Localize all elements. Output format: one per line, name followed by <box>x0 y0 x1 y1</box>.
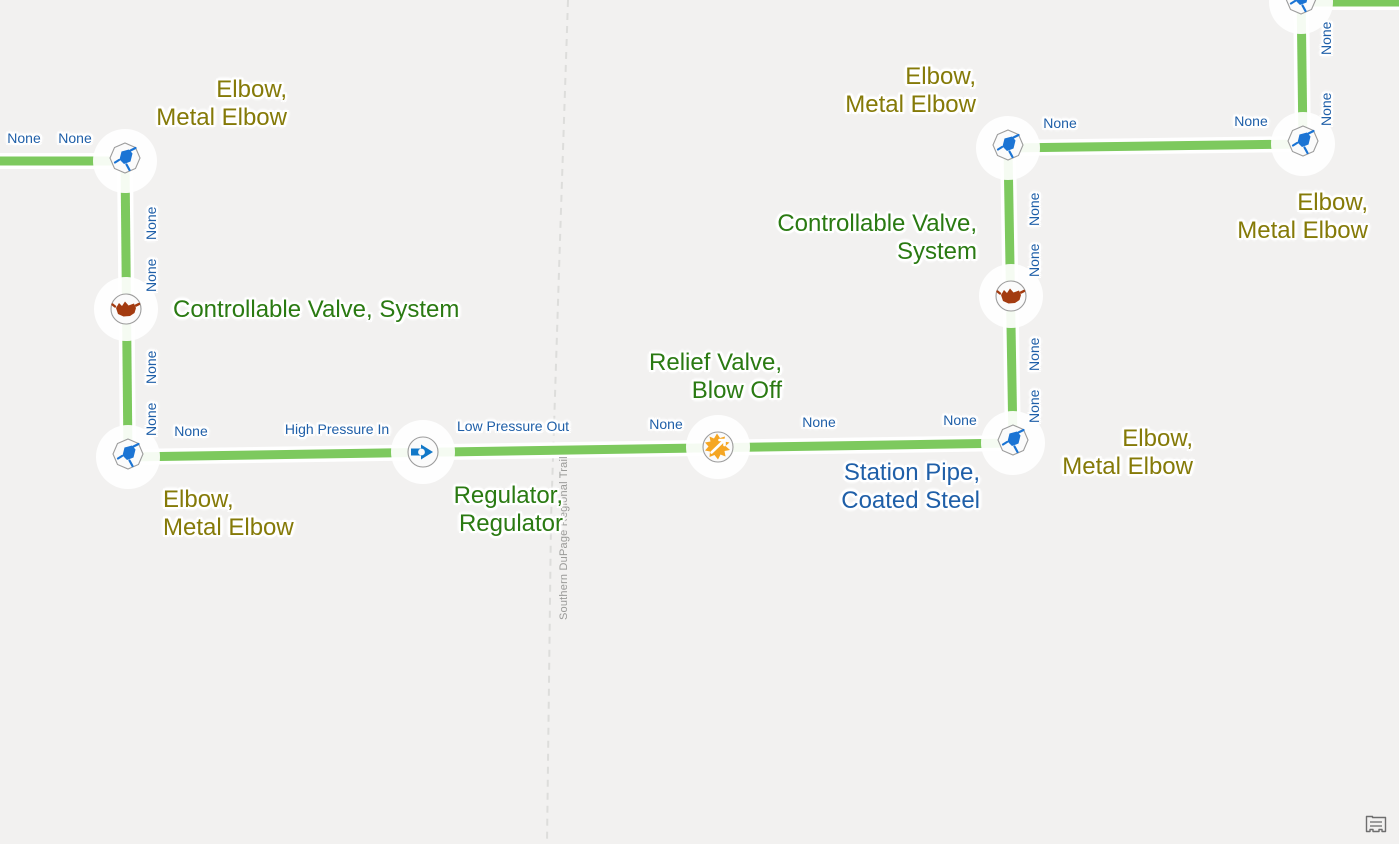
legend-button[interactable] <box>1361 810 1391 838</box>
pipe-segment <box>1007 139 1304 153</box>
asset-label-line: Blow Off <box>691 377 782 405</box>
node-elbow[interactable] <box>976 116 1040 180</box>
elbow-icon <box>992 129 1024 161</box>
controllable-valve-icon <box>110 293 142 325</box>
asset-label: Elbow, Metal Elbow <box>0 189 1368 246</box>
asset-label: Elbow, Metal Elbow <box>0 63 976 120</box>
asset-label-line: Metal Elbow <box>1062 453 1193 481</box>
node-glyph <box>1281 122 1325 166</box>
edge-label: None <box>1026 243 1042 277</box>
asset-label-line: Relief Valve, <box>649 349 782 376</box>
asset-label: Controllable Valve, System <box>173 296 459 324</box>
node-elbow[interactable] <box>93 129 157 193</box>
edge-label: None <box>1026 389 1042 423</box>
asset-label-line: Metal Elbow <box>845 91 976 119</box>
edge-label: None <box>1043 115 1077 131</box>
asset-label: Relief Valve, Blow Off <box>0 349 782 406</box>
asset-label: Elbow, Metal Elbow <box>0 425 1193 482</box>
legend-table-icon <box>1365 815 1387 833</box>
node-glyph <box>986 126 1030 170</box>
node-glyph <box>1279 0 1323 24</box>
controllable-valve-icon <box>995 280 1027 312</box>
node-valve[interactable] <box>979 264 1043 328</box>
asset-label-line: Controllable Valve, System <box>173 296 460 323</box>
asset-label-line: Elbow, <box>1122 425 1193 452</box>
node-glyph <box>104 287 148 331</box>
node-glyph <box>103 139 147 183</box>
asset-label-line: Elbow, <box>1297 189 1368 216</box>
asset-label-line: Elbow, <box>905 63 976 90</box>
elbow-icon <box>1287 125 1319 157</box>
node-elbow[interactable] <box>1271 112 1335 176</box>
edge-label: None <box>1318 21 1334 55</box>
elbow-icon <box>1285 0 1317 15</box>
elbow-icon <box>109 142 141 174</box>
edge-label: None <box>1318 92 1334 126</box>
node-glyph <box>989 274 1033 318</box>
asset-label-line: Metal Elbow <box>1237 217 1368 245</box>
gas-network-map[interactable]: Southern DuPage Regional Trail None None N… <box>0 0 1399 844</box>
asset-label-line: Coated Steel <box>841 487 980 515</box>
edge-label: None <box>1026 337 1042 371</box>
edge-label: None <box>1234 113 1268 129</box>
node-valve[interactable] <box>94 277 158 341</box>
node-elbow[interactable] <box>1269 0 1333 34</box>
